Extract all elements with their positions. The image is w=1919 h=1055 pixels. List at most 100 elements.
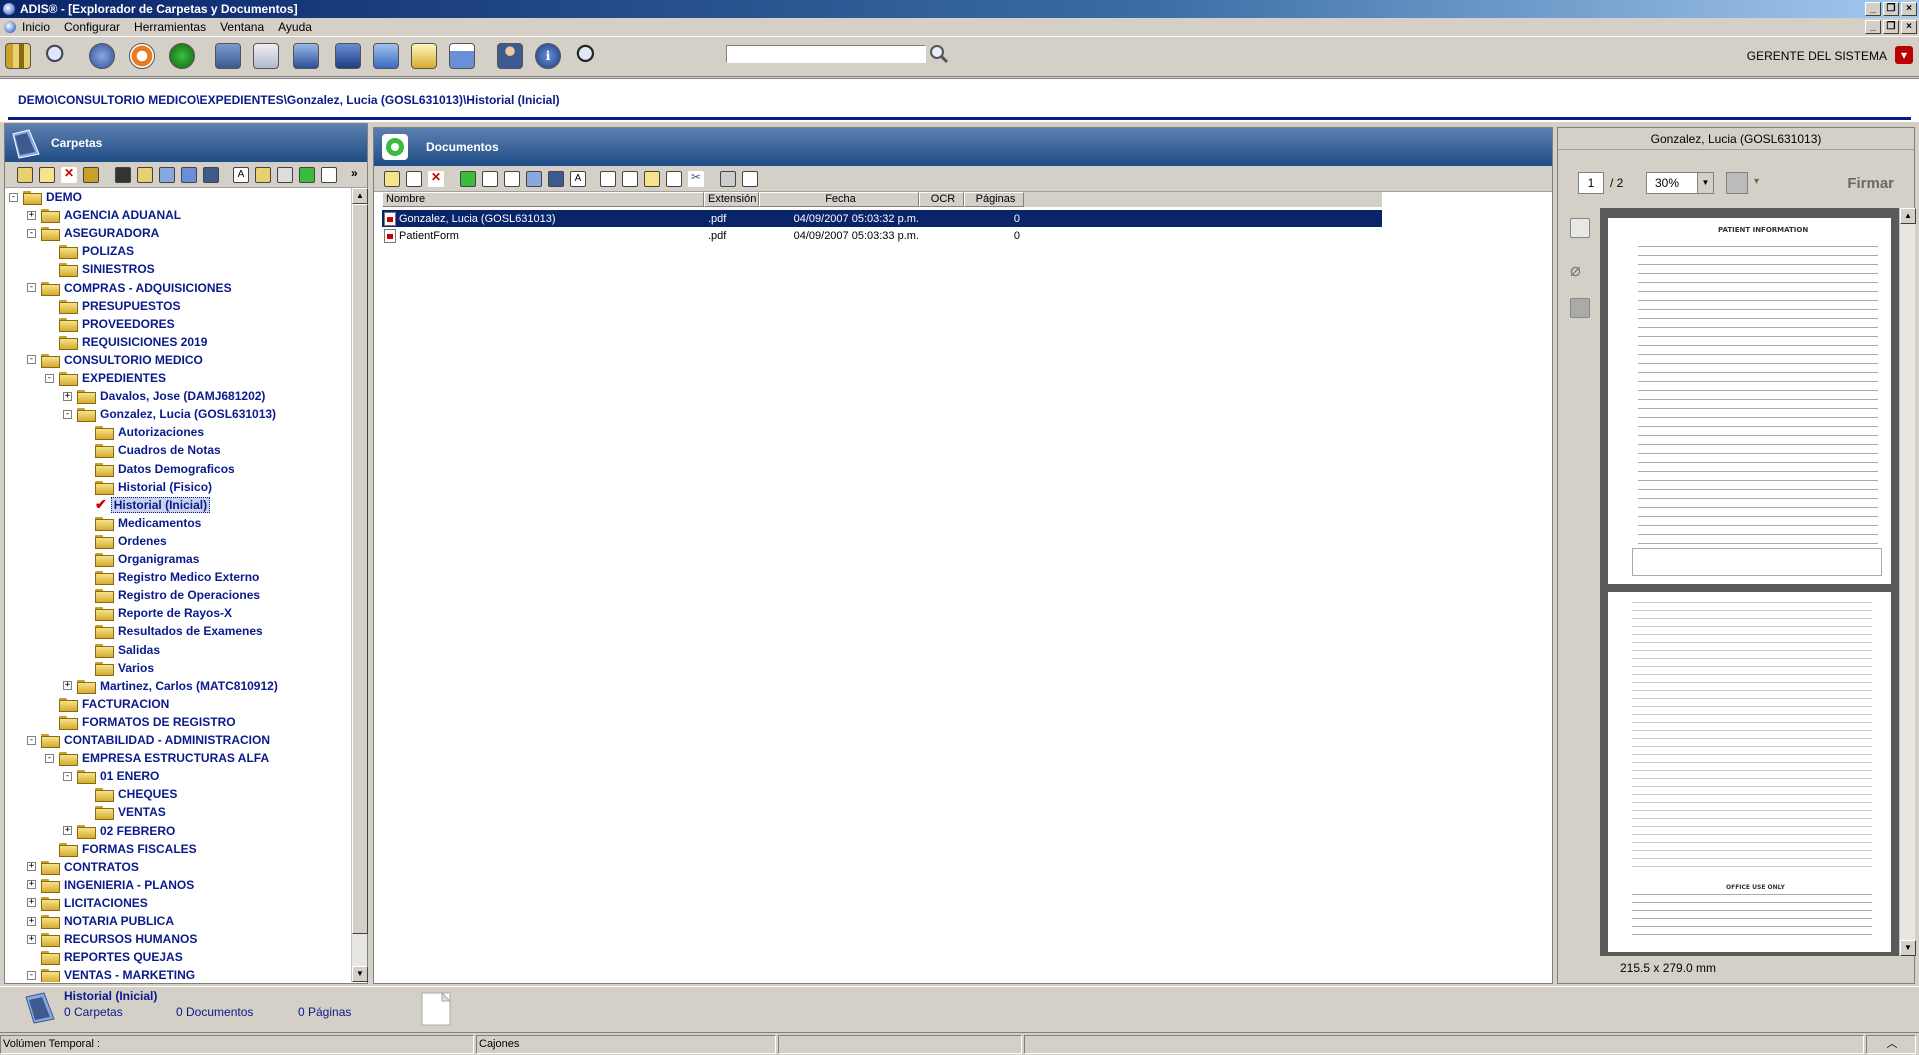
move-folder-icon[interactable] [83, 167, 99, 183]
tree-icon[interactable] [277, 167, 293, 183]
tree-item[interactable]: + AGENCIA ADUANAL [27, 206, 181, 224]
tree-item[interactable]: REPORTES QUEJAS [27, 948, 183, 966]
pages-icon[interactable] [1570, 218, 1590, 238]
restore-button[interactable]: ❐ [1883, 2, 1899, 16]
tree-item[interactable]: PROVEEDORES [45, 315, 175, 333]
scroll-thumb[interactable] [352, 204, 368, 934]
tree-item[interactable]: Organigramas [81, 550, 199, 568]
scanner-button[interactable] [86, 40, 118, 72]
tree-item[interactable]: + INGENIERIA - PLANOS [27, 876, 194, 894]
add-document-icon[interactable] [384, 171, 400, 187]
report-icon[interactable] [321, 167, 337, 183]
play-button[interactable] [166, 40, 198, 72]
collapse-icon[interactable]: - [45, 373, 54, 383]
column-extension[interactable]: Extensión [704, 192, 759, 207]
search-tool-button[interactable] [40, 40, 72, 72]
link-icon[interactable] [115, 167, 131, 183]
scan-document-icon[interactable] [460, 171, 476, 187]
collapse-icon[interactable]: - [27, 283, 36, 292]
import-document-icon[interactable] [406, 171, 422, 187]
menu-ventana[interactable]: Ventana [220, 20, 264, 34]
minimize-button[interactable]: _ [1865, 2, 1881, 16]
tree-item[interactable]: Resultados de Examenes [81, 622, 263, 640]
menu-ayuda[interactable]: Ayuda [278, 20, 312, 34]
export-icon[interactable] [181, 167, 197, 183]
print-document-icon[interactable] [548, 171, 564, 187]
rename-icon[interactable]: A [233, 167, 249, 183]
zoom-select[interactable]: 30% ▼ [1646, 172, 1714, 194]
table-row[interactable]: PatientForm .pdf 04/09/2007 05:03:33 p.m. 0 [382, 227, 1382, 244]
search-button[interactable] [928, 43, 950, 65]
more-tools-icon[interactable]: » [351, 166, 358, 180]
collapse-icon[interactable]: - [45, 753, 54, 763]
edit-folder-icon[interactable] [137, 167, 153, 183]
expand-icon[interactable]: + [63, 681, 72, 691]
tree-item[interactable]: - ASEGURADORA [27, 224, 159, 242]
expand-icon[interactable]: + [27, 898, 36, 908]
user-card-button[interactable] [250, 40, 282, 72]
tree-item[interactable]: Datos Demograficos [81, 460, 235, 478]
properties-icon[interactable] [159, 167, 175, 183]
tree-item[interactable]: POLIZAS [45, 242, 134, 260]
tree-item[interactable]: Salidas [81, 641, 160, 659]
copy-folder-icon[interactable] [255, 167, 271, 183]
tree-item[interactable]: - EXPEDIENTES [45, 369, 166, 387]
delete-document-icon[interactable]: ✕ [428, 171, 444, 187]
tree-item[interactable]: + LICITACIONES [27, 894, 148, 912]
collapse-icon[interactable]: - [27, 355, 36, 365]
preview-scrollbar[interactable]: ▲ ▼ [1899, 208, 1916, 956]
notes-icon[interactable] [622, 171, 638, 187]
column-ocr[interactable]: OCR [919, 192, 964, 207]
tree-item[interactable]: + Davalos, Jose (DAMJ681202) [63, 387, 265, 405]
network-button[interactable] [290, 40, 322, 72]
tree-item[interactable]: REQUISICIONES 2019 [45, 333, 207, 351]
expand-icon[interactable]: + [63, 826, 72, 835]
menu-inicio[interactable]: Inicio [22, 20, 50, 34]
collapse-icon[interactable]: - [27, 735, 36, 745]
attach-icon[interactable] [600, 171, 616, 187]
tree-item[interactable]: - COMPRAS - ADQUISICIONES [27, 279, 232, 297]
tree-item[interactable]: PRESUPUESTOS [45, 297, 180, 315]
tree-item[interactable]: - EMPRESA ESTRUCTURAS ALFA [45, 749, 269, 767]
paste-document-icon[interactable] [504, 171, 520, 187]
folders-scrollbar[interactable]: ▲ ▼ [351, 188, 368, 982]
tree-item[interactable]: +02 FEBRERO [63, 822, 175, 840]
mdi-minimize-button[interactable]: _ [1865, 20, 1881, 34]
tree-item[interactable]: Medicamentos [81, 514, 201, 532]
delete-folder-icon[interactable]: ✕ [61, 167, 77, 183]
collapse-icon[interactable]: - [27, 228, 36, 238]
tree-item[interactable]: + RECURSOS HUMANOS [27, 930, 197, 948]
tree-item[interactable]: - CONSULTORIO MEDICO [27, 351, 203, 369]
paperclip-icon[interactable]: ⌀ [1570, 260, 1590, 280]
expand-icon[interactable]: + [27, 934, 36, 944]
menu-configurar[interactable]: Configurar [64, 20, 120, 34]
tree-item[interactable]: Historial (Fisico) [81, 478, 212, 496]
more-options-icon[interactable]: ▾ [1754, 176, 1759, 187]
document-menu-icon[interactable] [4, 21, 16, 33]
rename-document-icon[interactable]: A [570, 171, 586, 187]
tree-item[interactable]: Cuadros de Notas [81, 441, 221, 459]
tree-item[interactable]: FACTURACION [45, 695, 169, 713]
column-nombre[interactable]: Nombre [382, 192, 704, 207]
scroll-up-icon[interactable]: ▲ [352, 188, 368, 204]
table-row[interactable]: Gonzalez, Lucia (GOSL631013) .pdf 04/09/20… [382, 210, 1382, 227]
map-button[interactable] [370, 40, 402, 72]
column-fecha[interactable]: Fecha [759, 192, 919, 207]
documents-button[interactable] [408, 40, 440, 72]
stamp-icon[interactable] [720, 171, 736, 187]
pdf-preview[interactable]: PATIENT INFORMATION OFFICE USE ONLY [1600, 208, 1900, 956]
tree-item[interactable]: - VENTAS - MARKETING [27, 966, 195, 982]
tree-item[interactable]: - 01 ENERO [63, 767, 159, 785]
users-button[interactable] [212, 40, 244, 72]
chevron-down-icon[interactable]: ▼ [1697, 173, 1713, 193]
expand-icon[interactable]: + [27, 880, 36, 890]
preview-scroll-down-icon[interactable]: ▼ [1900, 940, 1916, 956]
sync-icon[interactable] [299, 167, 315, 183]
preview-scroll-up-icon[interactable]: ▲ [1900, 208, 1916, 224]
collapse-icon[interactable]: - [63, 409, 72, 419]
tree-item[interactable]: FORMATOS DE REGISTRO [45, 713, 236, 731]
disk-button[interactable] [332, 40, 364, 72]
monitor-icon[interactable] [203, 167, 219, 183]
tree-item[interactable]: SINIESTROS [45, 260, 155, 278]
books-button[interactable] [2, 40, 34, 72]
